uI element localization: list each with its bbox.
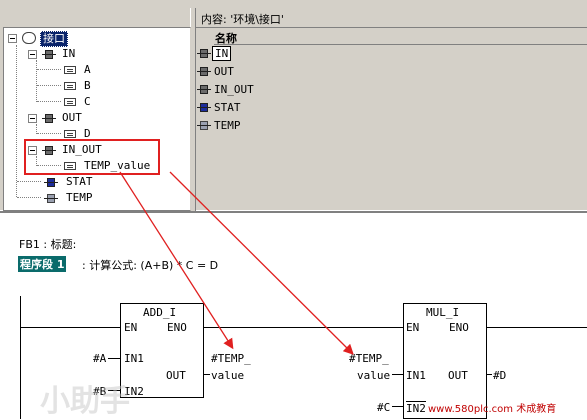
arrow-to-mul-input: [169, 171, 354, 355]
watermark-logo: 小助手: [40, 384, 130, 419]
arrow-to-add-output: [119, 171, 234, 350]
watermark-text: www.580plc.com 术成教育: [428, 404, 557, 415]
annotation-arrows: [119, 171, 354, 355]
